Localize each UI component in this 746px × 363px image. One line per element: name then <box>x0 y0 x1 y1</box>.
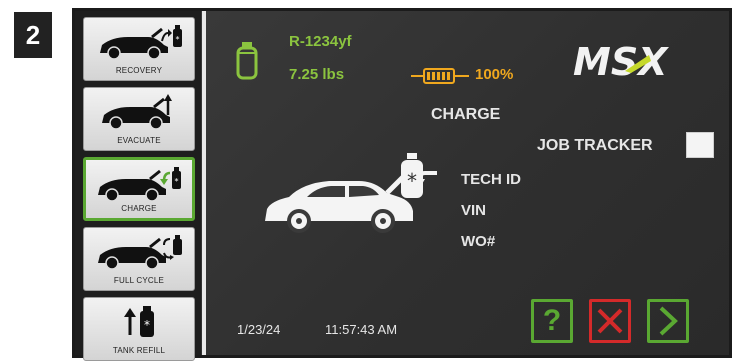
msx-logo: MSX <box>569 40 719 84</box>
tank-refill-icon: * <box>84 302 194 342</box>
current-date: 1/23/24 <box>237 322 281 337</box>
sidebar-item-label: CHARGE <box>121 204 157 213</box>
x-icon <box>597 308 623 334</box>
sidebar-item-label: EVACUATE <box>117 136 161 145</box>
job-tracker-label: JOB TRACKER <box>537 137 653 154</box>
car-charge-icon: * <box>86 164 192 204</box>
cancel-button[interactable] <box>589 299 631 343</box>
sidebar-item-tank-refill[interactable]: * TANK REFILL <box>83 297 195 361</box>
chevron-right-icon <box>659 306 678 336</box>
step-number-badge: 2 <box>14 12 52 58</box>
page-title: CHARGE <box>431 106 501 123</box>
sidebar-item-full-cycle[interactable]: FULL CYCLE <box>83 227 195 291</box>
refrigerant-weight: 7.25 lbs <box>289 66 345 83</box>
tech-id-label[interactable]: TECH ID <box>461 171 521 188</box>
svg-text:*: * <box>144 318 150 332</box>
battery-percent: 100% <box>475 66 514 83</box>
device-screen: * RECOVERY EVACUATE * CHARGE FULL CYCLE … <box>72 8 732 361</box>
mode-sidebar: * RECOVERY EVACUATE * CHARGE FULL CYCLE … <box>75 11 201 361</box>
refrigerant-cylinder-icon: * <box>399 153 425 206</box>
svg-text:*: * <box>175 177 179 186</box>
car-evacuate-icon <box>84 92 194 132</box>
next-button[interactable] <box>647 299 689 343</box>
car-recovery-icon: * <box>84 22 194 62</box>
svg-text:MSX: MSX <box>573 41 669 81</box>
sidebar-divider <box>202 11 206 355</box>
question-icon: ? <box>542 304 562 337</box>
sidebar-item-label: TANK REFILL <box>112 346 166 355</box>
job-tracker-checkbox[interactable] <box>686 132 714 158</box>
sidebar-item-charge[interactable]: * CHARGE <box>83 157 195 221</box>
battery-icon <box>411 67 471 90</box>
sidebar-item-label: FULL CYCLE <box>113 276 165 285</box>
svg-text:*: * <box>176 35 180 44</box>
car-full-cycle-icon <box>84 232 194 272</box>
current-time: 11:57:43 AM <box>325 322 398 337</box>
sidebar-item-recovery[interactable]: * RECOVERY <box>83 17 195 81</box>
refrigerant-tank-icon <box>235 41 259 86</box>
sidebar-item-label: RECOVERY <box>115 66 163 75</box>
refrigerant-type: R-1234yf <box>289 33 352 50</box>
vin-label[interactable]: VIN <box>461 202 486 219</box>
work-order-label[interactable]: WO# <box>461 233 495 250</box>
help-button[interactable]: ? <box>531 299 573 343</box>
svg-text:*: * <box>407 169 417 193</box>
sidebar-item-evacuate[interactable]: EVACUATE <box>83 87 195 151</box>
